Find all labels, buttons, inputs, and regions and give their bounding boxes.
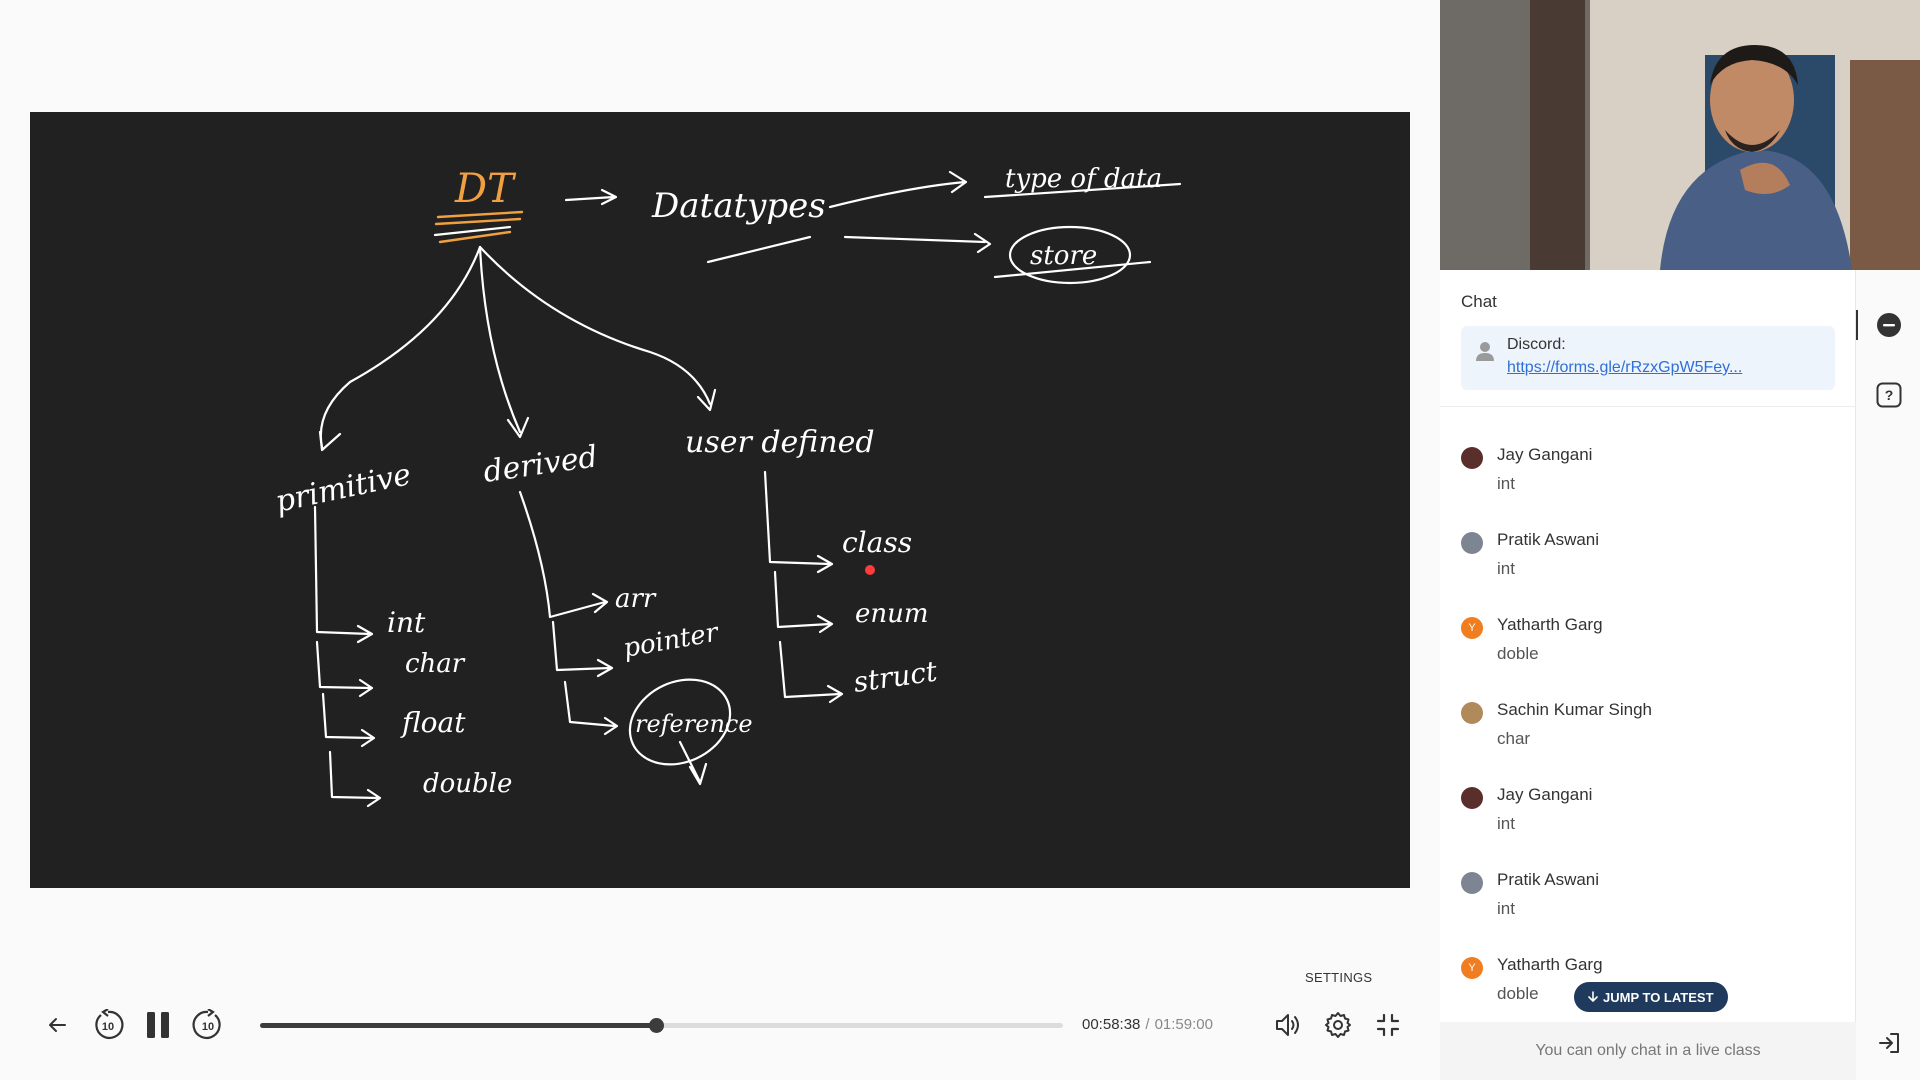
time-separator: / [1145, 1016, 1150, 1033]
ink-enum: enum [855, 599, 929, 629]
ink-arr: arr [615, 584, 657, 614]
whiteboard-drawing: DT Datatypes type of data store primitiv… [272, 164, 1182, 808]
chat-message: Pratik Aswani int [1461, 867, 1841, 937]
player-controls: 10 10 00:58:38/01:59:00 [30, 990, 1410, 1060]
ink-char: char [405, 649, 466, 679]
message-text: char [1497, 729, 1531, 748]
settings-tooltip: SETTINGS [1305, 970, 1373, 985]
side-rail: ? [1856, 270, 1920, 1080]
ink-user-defined: user defined [685, 425, 875, 460]
avatar [1461, 447, 1483, 469]
jump-label: JUMP TO LATEST [1603, 989, 1714, 1005]
chat-message: Jay Gangani int [1461, 442, 1841, 512]
laser-pointer-dot [865, 565, 875, 575]
message-author: Jay Gangani [1497, 785, 1593, 804]
avatar [1461, 702, 1483, 724]
seek-handle[interactable] [648, 1018, 664, 1033]
svg-text:?: ? [1885, 387, 1894, 403]
chat-disabled-notice: You can only chat in a live class [1440, 1022, 1856, 1080]
pinned-message: Discord: https://forms.gle/rRzxGpW5Fey..… [1461, 326, 1835, 390]
avatar: Y [1461, 617, 1483, 639]
message-author: Yatharth Garg [1497, 615, 1603, 634]
whiteboard-video[interactable]: DT Datatypes type of data store primitiv… [30, 112, 1410, 888]
forward-10-icon[interactable]: 10 [188, 990, 228, 1060]
exit-fullscreen-icon[interactable] [1368, 990, 1408, 1060]
avatar [1461, 787, 1483, 809]
chat-message: Pratik Aswani int [1461, 527, 1841, 597]
ink-datatypes: Datatypes [651, 186, 826, 226]
chat-message: Sachin Kumar Singh char [1461, 697, 1841, 767]
ink-primitive: primitive [272, 457, 414, 520]
webcam-image [1440, 0, 1920, 270]
ink-float: float [400, 706, 466, 739]
user-avatar-icon [1475, 340, 1495, 367]
current-time: 00:58:38 [1082, 1016, 1141, 1033]
ink-class: class [842, 526, 912, 559]
forward-seconds-label: 10 [202, 1021, 214, 1033]
ink-derived: derived [481, 439, 600, 490]
chat-icon[interactable] [1876, 312, 1902, 338]
message-text: doble [1497, 984, 1539, 1003]
rewind-seconds-label: 10 [102, 1021, 114, 1033]
volume-icon[interactable] [1268, 990, 1308, 1060]
seek-progress [260, 1023, 656, 1028]
message-text: int [1497, 899, 1515, 918]
message-text: int [1497, 559, 1515, 578]
ink-store: store [1030, 241, 1097, 271]
arrow-down-icon [1588, 991, 1598, 1002]
help-icon[interactable]: ? [1876, 382, 1902, 408]
avatar [1461, 872, 1483, 894]
ink-dt: DT [454, 166, 517, 212]
message-author: Sachin Kumar Singh [1497, 700, 1652, 719]
time-display: 00:58:38/01:59:00 [1082, 1016, 1213, 1033]
ink-struct: struct [851, 654, 939, 698]
seek-bar[interactable] [260, 1018, 1063, 1033]
divider [1440, 406, 1856, 407]
pinned-sender: Discord: [1507, 336, 1566, 353]
message-author: Pratik Aswani [1497, 530, 1600, 549]
logout-icon[interactable] [1876, 1030, 1902, 1056]
video-lecture-player: DT Datatypes type of data store primitiv… [0, 0, 1920, 1080]
chat-panel: Chat Discord: https://forms.gle/rRzxGpW5… [1440, 270, 1856, 1080]
message-author: Jay Gangani [1497, 445, 1593, 464]
ink-double: double [423, 769, 512, 799]
jump-to-latest-button[interactable]: JUMP TO LATEST [1574, 982, 1728, 1012]
message-text: int [1497, 474, 1515, 493]
active-indicator [1856, 310, 1858, 340]
back-arrow-icon[interactable] [40, 990, 74, 1060]
message-text: int [1497, 814, 1515, 833]
message-list[interactable]: Jay Gangani int Pratik Aswani int Y Yath… [1440, 408, 1856, 1028]
avatar: Y [1461, 957, 1483, 979]
instructor-webcam [1440, 0, 1920, 270]
chat-message: Jay Gangani int [1461, 782, 1841, 852]
gear-icon[interactable] [1318, 990, 1358, 1060]
ink-pointer: pointer [621, 617, 722, 663]
duration: 01:59:00 [1154, 1016, 1213, 1033]
ink-int: int [387, 606, 426, 639]
chat-message: Y Yatharth Garg doble [1461, 612, 1841, 682]
pinned-link[interactable]: https://forms.gle/rRzxGpW5Fey... [1507, 359, 1777, 377]
chat-title: Chat [1461, 292, 1497, 311]
message-author: Yatharth Garg [1497, 955, 1603, 974]
ink-reference: reference [635, 710, 753, 738]
pause-icon[interactable] [138, 990, 178, 1060]
message-text: doble [1497, 644, 1539, 663]
message-author: Pratik Aswani [1497, 870, 1600, 889]
avatar [1461, 532, 1483, 554]
rewind-10-icon[interactable]: 10 [88, 990, 128, 1060]
